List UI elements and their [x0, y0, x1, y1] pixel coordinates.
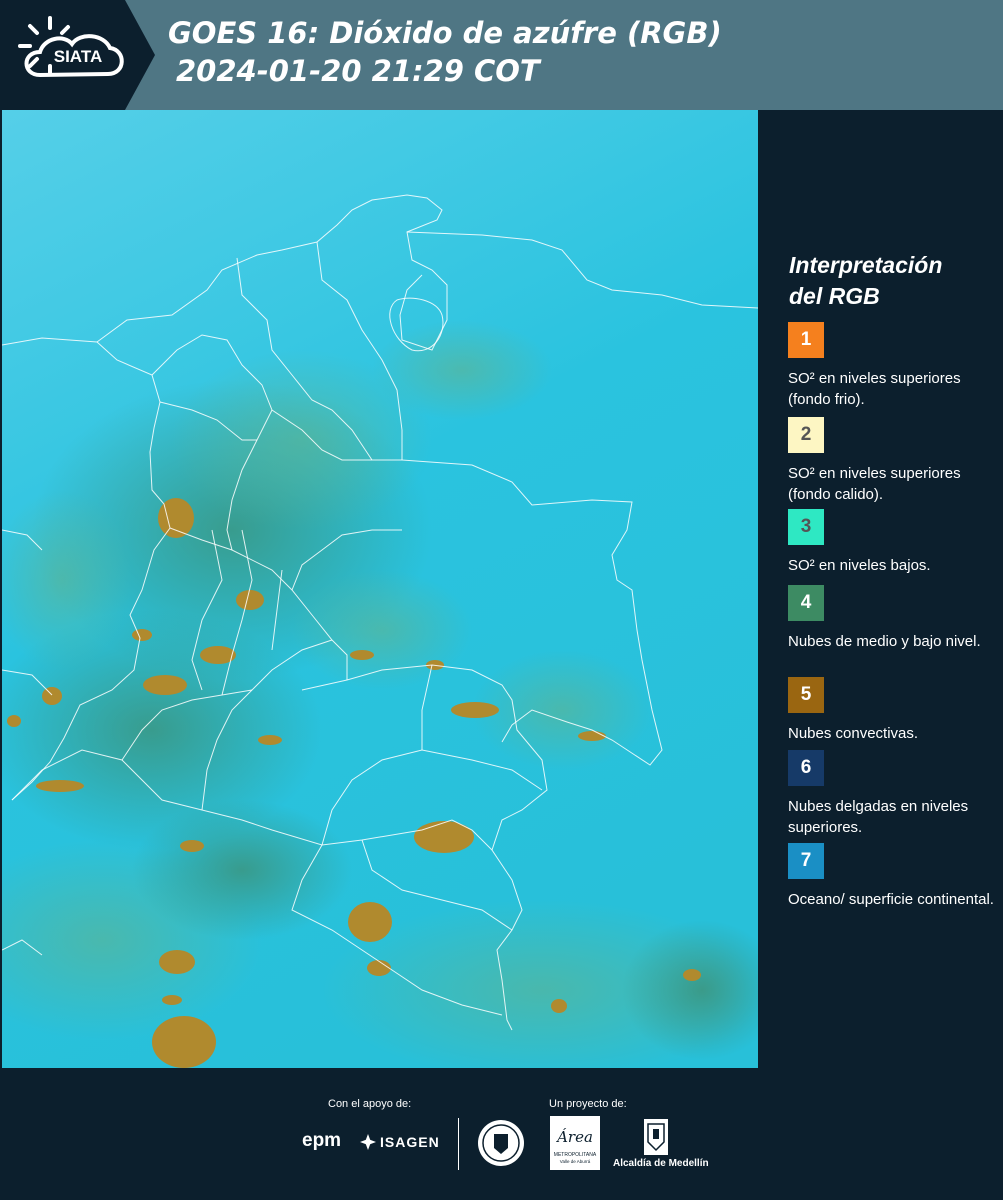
legend-label: SO² en niveles superiores (fondo calido)…	[788, 465, 961, 503]
legend-item-5: 5 Nubes convectivas.	[788, 677, 998, 744]
legend-swatch: 3	[788, 509, 824, 545]
seal-icon	[478, 1120, 524, 1166]
legend-item-6: 6 Nubes delgadas en niveles superiores.	[788, 750, 998, 838]
epm-logo: epm	[302, 1130, 342, 1151]
legend-label: SO² en niveles superiores (fondo frio).	[788, 370, 961, 408]
legend-item-7: 7 Oceano/ superficie continental.	[788, 843, 998, 910]
siata-logo: SIATA	[0, 0, 155, 110]
legend-label: Nubes delgadas en niveles superiores.	[788, 798, 969, 836]
legend-label: SO² en niveles bajos.	[788, 557, 931, 574]
legend-item-4: 4 Nubes de medio y bajo nivel.	[788, 585, 998, 652]
area-metropolitana-logo: Área METROPOLITANA Valle de Aburrá	[550, 1116, 600, 1170]
legend-item-3: 3 SO² en niveles bajos.	[788, 509, 998, 576]
svg-text:Área: Área	[555, 1128, 593, 1146]
title-product: GOES 16: Dióxido de azúfre (RGB)	[168, 16, 722, 50]
legend-item-2: 2 SO² en niveles superiores (fondo calid…	[788, 417, 998, 505]
legend-swatch: 1	[788, 322, 824, 358]
medellin-label: Alcaldía de Medellín	[613, 1158, 709, 1169]
legend-swatch: 7	[788, 843, 824, 879]
legend-swatch: 5	[788, 677, 824, 713]
legend-label: Nubes de medio y bajo nivel.	[788, 633, 981, 650]
legend-panel: Interpretación del RGB 1 SO² en niveles …	[758, 110, 1003, 1068]
svg-text:METROPOLITANA: METROPOLITANA	[554, 1152, 597, 1158]
legend-swatch: 6	[788, 750, 824, 786]
page-title: GOES 16: Dióxido de azúfre (RGB) 2024-01…	[168, 14, 722, 90]
isagen-logo: ISAGEN	[380, 1134, 440, 1150]
satellite-map[interactable]	[2, 110, 758, 1068]
medellin-shield-icon	[644, 1119, 668, 1155]
legend-swatch: 2	[788, 417, 824, 453]
svg-text:Valle de Aburrá: Valle de Aburrá	[560, 1159, 591, 1164]
rgb-image	[2, 110, 758, 1068]
legend-label: Nubes convectivas.	[788, 725, 919, 742]
legend-swatch: 4	[788, 585, 824, 621]
svg-text:SIATA: SIATA	[54, 47, 102, 66]
legend-item-1: 1 SO² en niveles superiores (fondo frio)…	[788, 322, 998, 410]
support-label: Con el apoyo de:	[328, 1098, 412, 1110]
footer-divider	[458, 1118, 459, 1170]
project-label: Un proyecto de:	[549, 1098, 627, 1110]
isagen-icon	[360, 1134, 376, 1150]
footer: Con el apoyo de: Un proyecto de: epm ISA…	[0, 1068, 1003, 1200]
legend-label: Oceano/ superficie continental.	[788, 891, 994, 908]
legend-title: Interpretación del RGB	[789, 252, 943, 309]
header-bar: SIATA GOES 16: Dióxido de azúfre (RGB) 2…	[0, 0, 1003, 110]
title-datetime: 2024-01-20 21:29 COT	[176, 54, 540, 88]
